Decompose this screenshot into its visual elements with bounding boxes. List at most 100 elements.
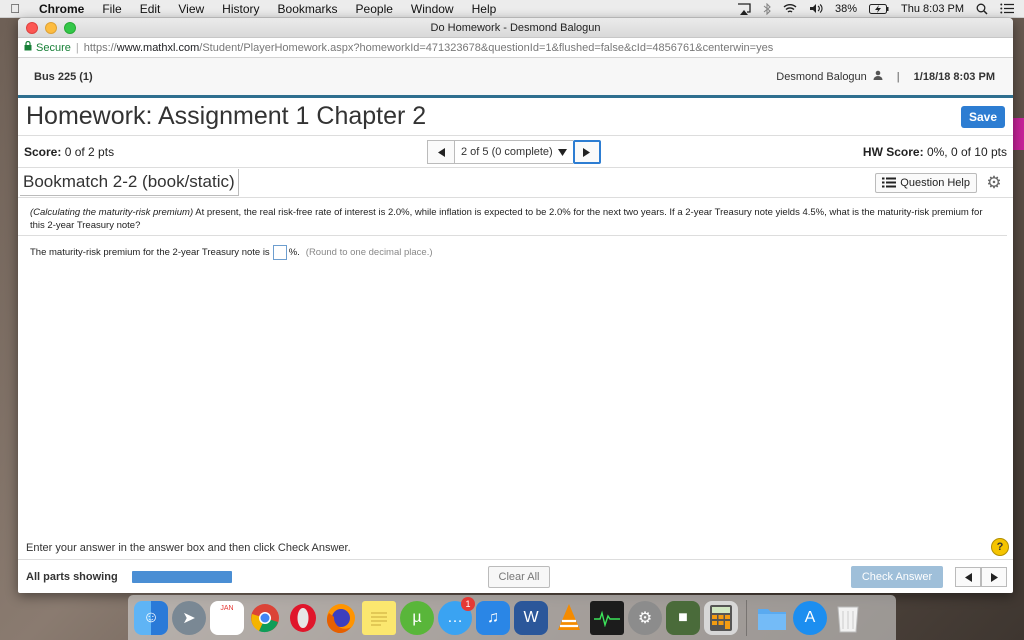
bottom-bar: All parts showing Clear All Check Answer xyxy=(18,562,1013,592)
volume-icon[interactable] xyxy=(809,3,823,14)
app-icon-green[interactable]: ■ xyxy=(666,600,700,635)
clear-all-button[interactable]: Clear All xyxy=(488,566,550,588)
question-title-bar: Bookmatch 2-2 (book/static) Question Hel… xyxy=(18,168,1013,198)
apple-icon[interactable]:  xyxy=(0,1,30,16)
background-accent xyxy=(1013,118,1024,150)
downloads-folder-icon[interactable] xyxy=(755,601,789,635)
user-info: Desmond Balogun | 1/18/18 8:03 PM xyxy=(776,70,995,83)
battery-icon[interactable] xyxy=(869,3,889,14)
window-titlebar[interactable]: Do Homework - Desmond Balogun xyxy=(18,18,1013,38)
next-question-button[interactable] xyxy=(572,140,601,164)
menu-people[interactable]: People xyxy=(347,2,402,16)
list-icon xyxy=(882,177,897,188)
part-navigator xyxy=(955,567,1007,587)
question-select[interactable]: 2 of 5 (0 complete) xyxy=(455,140,573,164)
trash-icon[interactable] xyxy=(831,601,865,635)
check-answer-button[interactable]: Check Answer xyxy=(851,566,943,588)
app-store-icon[interactable]: A xyxy=(793,600,827,635)
question-select-value: 2 of 5 (0 complete) xyxy=(461,146,553,158)
minimize-window-button[interactable] xyxy=(45,22,57,34)
url-text[interactable]: https://www.mathxl.com/Student/PlayerHom… xyxy=(84,42,773,54)
launchpad-icon[interactable]: ➤ xyxy=(172,600,206,635)
calendar-icon[interactable]: JAN 18 xyxy=(210,600,244,635)
answer-hint: (Round to one decimal place.) xyxy=(305,247,433,258)
menu-window[interactable]: Window xyxy=(402,2,463,16)
macos-dock: ☺ ➤ JAN 18 µ … 1 ♫ W ⚙ ■ A xyxy=(128,595,896,640)
menu-app-chrome[interactable]: Chrome xyxy=(30,2,93,16)
answer-line: The maturity-risk premium for the 2-year… xyxy=(18,236,1013,260)
messages-badge: 1 xyxy=(461,596,475,611)
url-domain: www.mathxl.com xyxy=(116,41,200,54)
hw-score-label: HW Score: xyxy=(862,144,924,159)
opera-icon[interactable] xyxy=(286,601,320,635)
triangle-right-icon xyxy=(583,147,591,157)
score-bar: Score: 0 of 2 pts 2 of 5 (0 complete) HW… xyxy=(18,136,1013,168)
menu-file[interactable]: File xyxy=(93,2,130,16)
score-value: 0 of 2 pts xyxy=(64,144,115,159)
calendar-day: 18 xyxy=(218,612,236,630)
notification-center-icon[interactable] xyxy=(1000,3,1014,14)
wifi-icon[interactable] xyxy=(783,3,797,14)
gear-icon[interactable]: ⚙ xyxy=(985,173,1003,192)
hw-score-value: 0%, 0 of 10 pts xyxy=(926,144,1007,159)
menu-view[interactable]: View xyxy=(169,2,213,16)
user-icon[interactable] xyxy=(873,70,883,83)
user-name[interactable]: Desmond Balogun xyxy=(776,71,867,83)
address-separator: | xyxy=(75,41,79,54)
airplay-icon[interactable] xyxy=(737,2,751,15)
header-datetime: 1/18/18 8:03 PM xyxy=(913,70,995,83)
calendar-month: JAN xyxy=(220,604,234,612)
menu-history[interactable]: History xyxy=(213,2,268,16)
finder-icon[interactable]: ☺ xyxy=(134,600,168,635)
progress-fill xyxy=(131,571,232,583)
lock-icon[interactable] xyxy=(24,40,32,54)
answer-prefix: The maturity-risk premium for the 2-year… xyxy=(30,247,270,258)
chrome-icon[interactable] xyxy=(248,601,282,635)
browser-window: Do Homework - Desmond Balogun Secure | h… xyxy=(18,18,1013,593)
spotlight-icon[interactable] xyxy=(976,3,988,15)
url-path: /Student/PlayerHomework.aspx?homeworkId=… xyxy=(199,41,774,54)
vlc-icon[interactable] xyxy=(552,601,586,635)
help-icon[interactable]: ? xyxy=(991,538,1009,556)
itunes-icon[interactable]: ♫ xyxy=(476,600,510,635)
score-label: Score: xyxy=(24,144,62,159)
homework-title-bar: Homework: Assignment 1 Chapter 2 Save xyxy=(18,98,1013,136)
question-help-button[interactable]: Question Help xyxy=(875,172,977,193)
course-name: Bus 225 (1) xyxy=(34,70,93,83)
course-header: Bus 225 (1) Desmond Balogun | 1/18/18 8:… xyxy=(18,58,1013,98)
bluetooth-icon[interactable] xyxy=(763,2,771,15)
next-part-button[interactable] xyxy=(981,567,1007,587)
score-text: Score: 0 of 2 pts xyxy=(24,145,114,159)
notes-icon[interactable] xyxy=(362,600,396,635)
save-button[interactable]: Save xyxy=(961,105,1005,128)
word-icon[interactable]: W xyxy=(514,600,548,635)
prev-question-button[interactable] xyxy=(427,140,455,164)
messages-icon[interactable]: … 1 xyxy=(438,596,475,635)
triangle-right-icon xyxy=(990,572,998,582)
parts-progress-bar xyxy=(131,571,232,583)
address-bar[interactable]: Secure | https://www.mathxl.com/Student/… xyxy=(18,38,1013,58)
question-help-label: Question Help xyxy=(900,176,970,189)
answer-input[interactable] xyxy=(272,245,287,260)
activity-monitor-icon[interactable] xyxy=(590,600,624,635)
firefox-icon[interactable] xyxy=(324,601,358,635)
utorrent-icon[interactable]: µ xyxy=(400,600,434,635)
instruction-text: Enter your answer in the answer box and … xyxy=(26,541,351,554)
close-window-button[interactable] xyxy=(26,22,38,34)
menu-edit[interactable]: Edit xyxy=(131,2,170,16)
url-scheme: https:// xyxy=(83,41,117,54)
menu-bookmarks[interactable]: Bookmarks xyxy=(269,2,347,16)
calculator-icon[interactable] xyxy=(704,600,738,635)
secure-label[interactable]: Secure xyxy=(36,42,71,54)
macos-menubar:  Chrome File Edit View History Bookmark… xyxy=(0,0,1024,18)
header-divider: | xyxy=(896,70,900,83)
prev-part-button[interactable] xyxy=(955,567,981,587)
maximize-window-button[interactable] xyxy=(64,22,76,34)
triangle-left-icon xyxy=(964,572,972,582)
system-preferences-icon[interactable]: ⚙ xyxy=(628,600,662,635)
parts-label: All parts showing xyxy=(26,571,118,583)
hw-score: HW Score: 0%, 0 of 10 pts xyxy=(863,145,1007,159)
menu-help[interactable]: Help xyxy=(463,2,506,16)
menubar-clock[interactable]: Thu 8:03 PM xyxy=(901,3,964,15)
triangle-down-icon xyxy=(557,148,567,156)
